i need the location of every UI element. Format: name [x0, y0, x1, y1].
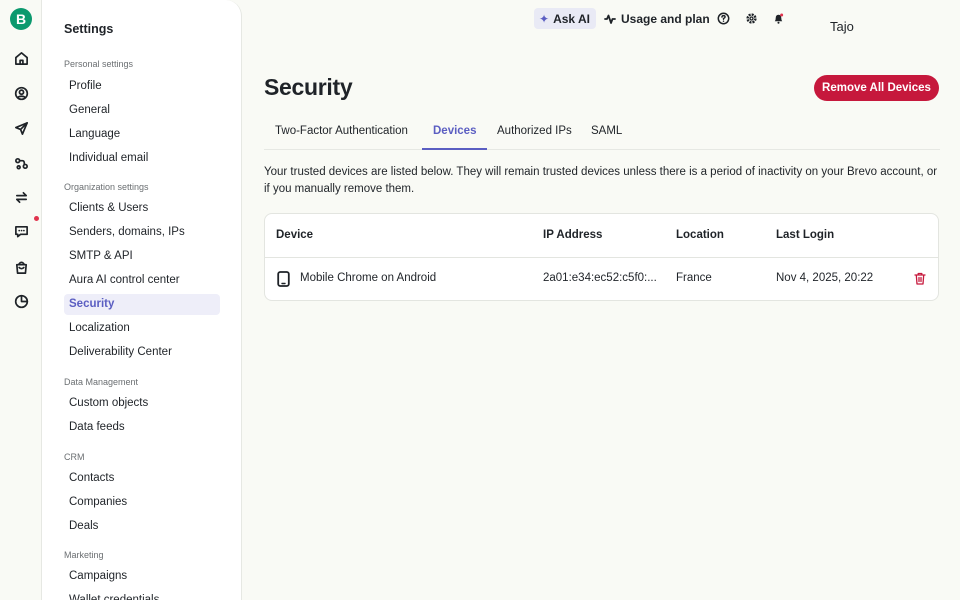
section-crm: CRM [64, 452, 85, 462]
sidebar-item-deliverability-center[interactable]: Deliverability Center [64, 342, 220, 363]
top-bar: ✦ Ask AI Usage and plan Tajo [242, 0, 960, 40]
sidebar-item-contacts[interactable]: Contacts [64, 468, 220, 489]
sidebar-item-security[interactable]: Security [64, 294, 220, 315]
section-personal-settings: Personal settings [64, 59, 134, 69]
remove-all-devices-button[interactable]: Remove All Devices [814, 75, 939, 101]
devices-description: Your trusted devices are listed below. T… [264, 166, 938, 195]
sidebar-item-clients-users[interactable]: Clients & Users [64, 198, 220, 219]
sidebar-item-profile[interactable]: Profile [64, 76, 220, 97]
security-tabs: Two-Factor Authentication Devices Author… [264, 112, 940, 150]
sidebar-item-smtp-api[interactable]: SMTP & API [64, 246, 220, 267]
sidebar-item-localization[interactable]: Localization [64, 318, 220, 339]
activity-icon [604, 14, 616, 24]
devices-table: Device IP Address Location Last Login Mo… [264, 213, 939, 301]
section-organization-settings: Organization settings [64, 182, 149, 192]
location: France [676, 272, 712, 284]
column-header-device: Device [276, 229, 314, 241]
sidebar-item-senders-domains-ips[interactable]: Senders, domains, IPs [64, 222, 220, 243]
sidebar-item-general[interactable]: General [64, 100, 220, 121]
app-rail: B [0, 0, 42, 600]
settings-sidebar: Settings Personal settings Profile Gener… [42, 0, 242, 600]
conversations-icon[interactable] [12, 222, 30, 240]
sidebar-item-data-feeds[interactable]: Data feeds [64, 417, 220, 438]
sparkle-icon: ✦ [539, 11, 550, 26]
section-data-management: Data Management [64, 377, 139, 387]
tab-devices[interactable]: Devices [422, 112, 488, 150]
sales-icon[interactable] [12, 258, 30, 276]
column-header-last-login: Last Login [776, 229, 835, 241]
automation-icon[interactable] [12, 154, 30, 172]
last-login: Nov 4, 2025, 20:22 [776, 272, 874, 284]
trash-icon[interactable] [914, 272, 926, 285]
sidebar-item-companies[interactable]: Companies [64, 492, 220, 513]
sidebar-item-wallet-credentials[interactable]: Wallet credentials [64, 590, 220, 600]
contacts-icon[interactable] [12, 84, 30, 102]
usage-plan-button[interactable]: Usage and plan [604, 8, 710, 29]
tab-authorized-ips[interactable]: Authorized IPs [486, 112, 583, 150]
send-icon[interactable] [12, 119, 30, 137]
table-header: Device IP Address Location Last Login [265, 214, 938, 258]
brevo-logo[interactable]: B [10, 8, 32, 30]
sidebar-item-individual-email[interactable]: Individual email [64, 148, 220, 169]
sidebar-item-aura-ai[interactable]: Aura AI control center [64, 270, 220, 291]
ip-address: 2a01:e34:ec52:c5f0:... [543, 272, 657, 284]
notification-dot [34, 216, 39, 221]
sidebar-item-deals[interactable]: Deals [64, 516, 220, 537]
mobile-device-icon [277, 271, 290, 287]
user-name[interactable]: Tajo [830, 19, 854, 34]
home-icon[interactable] [12, 49, 30, 67]
sidebar-item-custom-objects[interactable]: Custom objects [64, 393, 220, 414]
column-header-ip-address: IP Address [543, 229, 603, 241]
tab-two-factor-authentication[interactable]: Two-Factor Authentication [264, 112, 419, 150]
help-icon[interactable] [716, 11, 730, 25]
usage-plan-label: Usage and plan [621, 11, 710, 26]
ask-ai-label: Ask AI [553, 11, 590, 26]
sidebar-item-language[interactable]: Language [64, 124, 220, 145]
column-header-location: Location [676, 229, 724, 241]
sidebar-title: Settings [64, 22, 114, 36]
tab-saml[interactable]: SAML [580, 112, 633, 150]
transactional-icon[interactable] [12, 188, 30, 206]
section-marketing: Marketing [64, 550, 104, 560]
sidebar-item-campaigns[interactable]: Campaigns [64, 566, 220, 587]
ask-ai-button[interactable]: ✦ Ask AI [534, 8, 596, 29]
device-name: Mobile Chrome on Android [300, 272, 437, 284]
gear-icon[interactable] [744, 11, 758, 25]
bell-icon[interactable] [771, 11, 785, 25]
analytics-icon[interactable] [12, 292, 30, 310]
page-title: Security [264, 74, 353, 100]
